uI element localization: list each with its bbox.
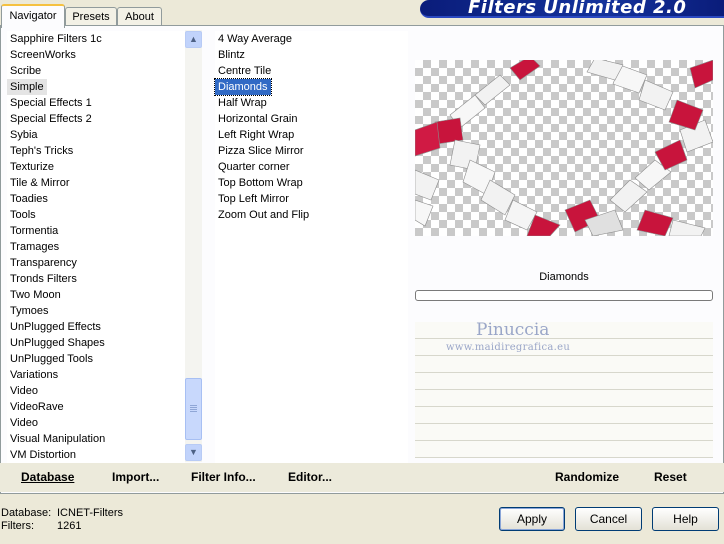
category-item[interactable]: Variations	[7, 367, 61, 383]
category-item[interactable]: Visual Manipulation	[7, 431, 108, 447]
category-item[interactable]: Special Effects 2	[7, 111, 95, 127]
category-item[interactable]: Tymoes	[7, 303, 52, 319]
category-item[interactable]: Texturize	[7, 159, 57, 175]
filter-item[interactable]: Centre Tile	[215, 63, 274, 79]
import-button[interactable]: Import...	[112, 470, 159, 484]
product-banner: Filters Unlimited 2.0	[420, 0, 724, 18]
category-item[interactable]: Video	[7, 383, 41, 399]
diamonds-preview	[415, 60, 713, 236]
category-item[interactable]: Tools	[7, 207, 39, 223]
filter-item[interactable]: Blintz	[215, 47, 248, 63]
progress-bar	[415, 290, 713, 301]
category-item[interactable]: Tormentia	[7, 223, 61, 239]
filter-item[interactable]: Left Right Wrap	[215, 127, 297, 143]
database-value: ICNET-Filters	[57, 507, 123, 519]
watermark-name: Pinuccia	[476, 320, 550, 340]
scroll-thumb[interactable]	[185, 378, 202, 440]
editor-button[interactable]: Editor...	[288, 470, 332, 484]
filter-item[interactable]: Half Wrap	[215, 95, 270, 111]
filter-item[interactable]: Top Bottom Wrap	[215, 175, 306, 191]
filter-item[interactable]: Pizza Slice Mirror	[215, 143, 307, 159]
filters-label: Filters:	[1, 520, 34, 532]
filter-list[interactable]: 4 Way Average Blintz Centre Tile Diamonds Ha…	[214, 31, 408, 463]
category-list[interactable]: Sapphire Filters 1c ScreenWorks Scribe Simp…	[7, 31, 185, 463]
selected-filter-name: Diamonds	[539, 271, 589, 283]
tab-navigator[interactable]: Navigator	[1, 4, 65, 28]
toolbar: Database Import... Filter Info... Editor…	[0, 463, 724, 492]
category-item[interactable]: UnPlugged Effects	[7, 319, 104, 335]
filter-item[interactable]: Zoom Out and Flip	[215, 207, 312, 223]
reset-button[interactable]: Reset	[654, 470, 687, 484]
filter-item[interactable]: 4 Way Average	[215, 31, 295, 47]
category-scrollbar[interactable]: ▲ ▼	[185, 30, 202, 462]
filter-item[interactable]: Horizontal Grain	[215, 111, 300, 127]
category-item[interactable]: VM Distortion	[7, 447, 79, 463]
category-item[interactable]: Special Effects 1	[7, 95, 95, 111]
preview-image	[415, 60, 713, 236]
category-item[interactable]: ScreenWorks	[7, 47, 79, 63]
category-item[interactable]: Teph's Tricks	[7, 143, 76, 159]
database-button[interactable]: Database	[21, 470, 74, 484]
category-item[interactable]: Scribe	[7, 63, 44, 79]
cancel-button[interactable]: Cancel	[575, 507, 642, 531]
filter-item[interactable]: Quarter corner	[215, 159, 293, 175]
help-button[interactable]: Help	[652, 507, 719, 531]
category-item[interactable]: VideoRave	[7, 399, 67, 415]
category-item[interactable]: Simple	[7, 79, 47, 95]
category-item[interactable]: Two Moon	[7, 287, 64, 303]
database-label: Database:	[1, 507, 52, 519]
category-item[interactable]: Tramages	[7, 239, 62, 255]
watermark-url: www.maidiregrafica.eu	[446, 342, 571, 353]
tab-presets[interactable]: Presets	[65, 7, 117, 26]
scroll-up-icon[interactable]: ▲	[185, 31, 202, 48]
filter-item[interactable]: Top Left Mirror	[215, 191, 292, 207]
category-item[interactable]: Tile & Mirror	[7, 175, 72, 191]
scroll-down-icon[interactable]: ▼	[185, 444, 202, 461]
category-item[interactable]: Video	[7, 415, 41, 431]
category-item[interactable]: Tronds Filters	[7, 271, 80, 287]
filter-info-button[interactable]: Filter Info...	[191, 470, 256, 484]
category-item[interactable]: UnPlugged Tools	[7, 351, 96, 367]
tab-about[interactable]: About	[117, 7, 162, 26]
category-item[interactable]: UnPlugged Shapes	[7, 335, 108, 351]
category-item[interactable]: Transparency	[7, 255, 80, 271]
banner-title: Filters Unlimited 2.0	[468, 0, 687, 18]
filter-item[interactable]: Diamonds	[214, 78, 272, 96]
randomize-button[interactable]: Randomize	[555, 470, 619, 484]
category-item[interactable]: Sybia	[7, 127, 41, 143]
category-item[interactable]: Toadies	[7, 191, 51, 207]
category-item[interactable]: Sapphire Filters 1c	[7, 31, 105, 47]
apply-button[interactable]: Apply	[499, 507, 565, 531]
filters-count: 1261	[57, 520, 82, 532]
